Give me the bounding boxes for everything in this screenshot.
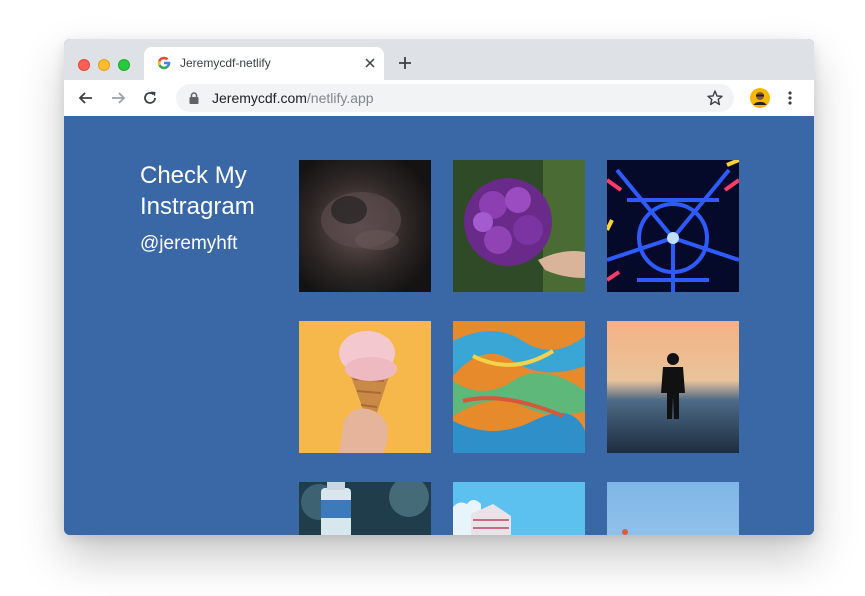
gallery-image-dark-cloud[interactable]	[299, 160, 431, 292]
blue-neon-structure-photo-icon	[607, 160, 739, 292]
url-path: /netlify.app	[306, 90, 374, 106]
silhouette-sunset-photo-icon	[607, 321, 739, 453]
tab-strip: Jeremycdf-netlify	[64, 39, 814, 80]
dark-cloud-photo-icon	[299, 160, 431, 292]
gallery-image-sky[interactable]	[607, 482, 739, 535]
purple-hydrangea-photo-icon	[453, 160, 585, 292]
url-host: Jeremycdf.com	[212, 90, 307, 106]
address-bar[interactable]: Jeremycdf.com/netlify.app	[176, 84, 734, 112]
forward-arrow-icon[interactable]	[109, 89, 127, 107]
bookmark-star-icon[interactable]	[706, 89, 724, 107]
profile-avatar-icon[interactable]	[750, 88, 770, 108]
bottle-photo-icon	[299, 482, 431, 535]
building-sky-photo-icon	[453, 482, 585, 535]
gallery-image-bottle[interactable]	[299, 482, 431, 535]
gallery-image-building[interactable]	[453, 482, 585, 535]
gallery-image-silhouette[interactable]	[607, 321, 739, 453]
page-content: Check My Instragram @jeremyhft	[64, 116, 814, 535]
back-arrow-icon[interactable]	[77, 89, 95, 107]
lock-icon	[189, 92, 199, 104]
instagram-handle: @jeremyhft	[140, 233, 238, 254]
google-icon	[157, 56, 171, 70]
reload-icon[interactable]	[141, 89, 159, 107]
more-menu-icon[interactable]	[784, 89, 796, 107]
page-title: Check My Instragram	[140, 162, 255, 220]
new-tab-icon[interactable]	[396, 54, 414, 72]
browser-toolbar: Jeremycdf.com/netlify.app	[64, 80, 814, 116]
ice-cream-cone-photo-icon	[299, 321, 431, 453]
tab-title: Jeremycdf-netlify	[180, 56, 271, 70]
gallery-image-hydrangea[interactable]	[453, 160, 585, 292]
browser-tab[interactable]: Jeremycdf-netlify	[144, 47, 384, 80]
maximize-window-button[interactable]	[118, 59, 130, 71]
colorful-fluid-art-photo-icon	[453, 321, 585, 453]
gallery-image-neon-structure[interactable]	[607, 160, 739, 292]
minimize-window-button[interactable]	[98, 59, 110, 71]
blue-sky-photo-icon	[607, 482, 739, 535]
gallery-image-ice-cream[interactable]	[299, 321, 431, 453]
browser-window: Jeremycdf-netlify Jeremycdf.com/netlify.…	[64, 39, 814, 535]
close-icon[interactable]	[364, 55, 376, 71]
url-text: Jeremycdf.com/netlify.app	[212, 90, 374, 106]
close-window-button[interactable]	[78, 59, 90, 71]
gallery-image-fluid-art[interactable]	[453, 321, 585, 453]
